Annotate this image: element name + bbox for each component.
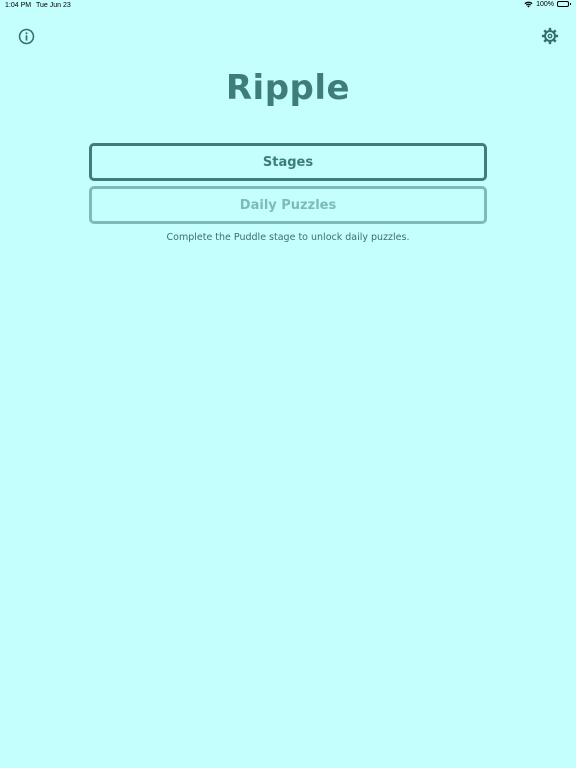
battery-percent: 100% <box>536 1 554 8</box>
gear-icon <box>541 27 559 45</box>
wifi-icon <box>524 1 533 8</box>
stages-button[interactable]: Stages <box>89 143 487 181</box>
battery-icon <box>557 1 572 8</box>
status-bar: 1:04 PM Tue Jun 23 100% <box>0 0 576 14</box>
info-button[interactable] <box>16 26 36 46</box>
unlock-hint: Complete the Puddle stage to unlock dail… <box>166 232 410 243</box>
info-icon <box>18 28 34 44</box>
daily-puzzles-button: Daily Puzzles <box>89 186 487 224</box>
status-time: 1:04 PM <box>5 2 32 9</box>
status-date: Tue Jun 23 <box>36 2 71 9</box>
app-title: Ripple <box>225 68 351 108</box>
status-indicators: 100% <box>524 1 572 8</box>
settings-button[interactable] <box>540 26 560 46</box>
